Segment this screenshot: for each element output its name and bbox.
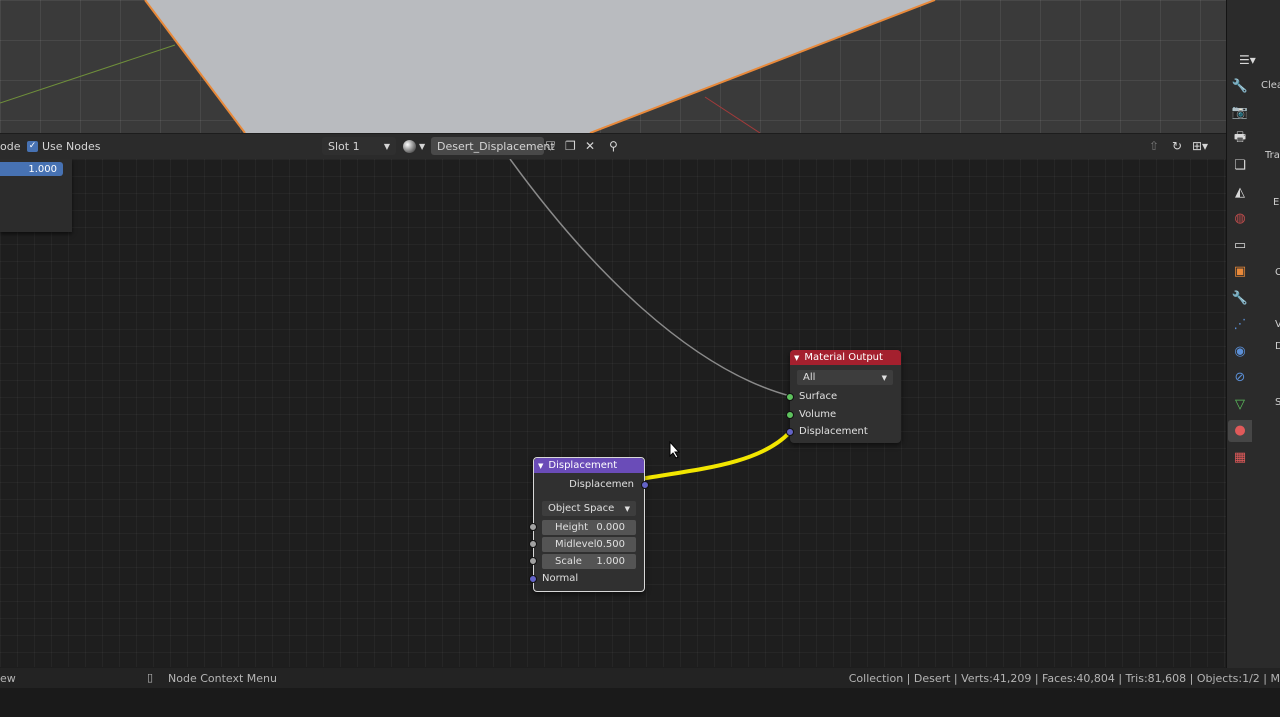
material-browse-button[interactable]: ▼ <box>403 137 425 155</box>
scale-socket[interactable] <box>529 557 537 565</box>
displacement-header[interactable]: ▼ Displacement <box>534 458 644 473</box>
chevron-down-icon: ▼ <box>383 141 390 151</box>
fake-user-shield-icon[interactable]: ⛉ <box>546 137 555 155</box>
slot-dropdown[interactable]: Slot 1 ▼ <box>322 137 396 155</box>
midlevel-field[interactable]: Midlevel 0.500 <box>542 537 636 552</box>
displacement-output-label: Displacemen <box>569 479 634 490</box>
collection-tab-icon[interactable]: ▭ <box>1228 234 1252 256</box>
material-output-title: Material Output <box>804 352 883 363</box>
node-context-menu-hint: Node Context Menu <box>168 672 277 685</box>
space-dropdown[interactable]: Object Space ▼ <box>542 501 636 516</box>
midlevel-value: 0.500 <box>596 539 625 550</box>
object-tab-icon[interactable]: ▣ <box>1228 261 1252 283</box>
link-to-surface <box>509 159 791 397</box>
collapse-arrow-icon[interactable]: ▼ <box>794 354 799 362</box>
properties-tabs: 🔧 📷 🖶 ❏ ◭ ◍ ▭ ▣ 🔧 ⋰ ◉ ⊘ ▽ ● ▦ <box>1228 75 1256 473</box>
render-tab-icon[interactable]: 📷 <box>1228 102 1252 124</box>
status-cut-text: ew <box>0 672 16 685</box>
props-cut-text-2: Tra <box>1265 150 1280 161</box>
displacement-node[interactable]: ▼ Displacement Displacemen Object Space … <box>529 457 649 592</box>
material-tab-icon[interactable]: ● <box>1228 419 1252 442</box>
scene-stats: Collection | Desert | Verts:41,209 | Fac… <box>848 672 1280 685</box>
space-label: Object Space <box>548 503 615 514</box>
node-editor-canvas[interactable]: 1.000 ▼ Material Output All ▼ Surface Vo… <box>0 159 1226 667</box>
status-bar: ew ▯ Node Context Menu Collection | Dese… <box>0 668 1280 688</box>
surface-socket[interactable] <box>786 393 794 401</box>
node-editor-header: ode ✓ Use Nodes Slot 1 ▼ ▼ Desert_Displa… <box>0 134 1226 160</box>
props-cut-text-7: S <box>1275 397 1280 408</box>
duplicate-icon[interactable]: ❐ <box>565 137 576 155</box>
scale-value: 1.000 <box>596 556 625 567</box>
props-cut-text-6: D <box>1275 341 1280 352</box>
normal-label: Normal <box>542 573 579 584</box>
midlevel-label: Midlevel <box>555 539 597 550</box>
mouse-icon: ▯ <box>147 671 154 684</box>
parent-up-icon[interactable]: ⇧ <box>1149 137 1159 155</box>
collapse-arrow-icon[interactable]: ▼ <box>538 462 543 470</box>
link-displacement-highlight <box>638 430 792 481</box>
props-cut-text-4: C <box>1275 267 1280 278</box>
3d-viewport[interactable] <box>0 0 1226 133</box>
material-output-node[interactable]: ▼ Material Output All ▼ Surface Volume D… <box>786 350 901 443</box>
scale-field[interactable]: Scale 1.000 <box>542 554 636 569</box>
chevron-down-icon: ▼ <box>881 373 887 382</box>
viewport-scene <box>0 0 936 133</box>
height-socket[interactable] <box>529 523 537 531</box>
texture-tab-icon[interactable]: ▦ <box>1228 446 1252 468</box>
chevron-down-icon: ▼ <box>624 504 630 513</box>
data-tab-icon[interactable]: ▽ <box>1228 393 1252 415</box>
normal-socket[interactable] <box>529 575 537 583</box>
volume-label: Volume <box>799 409 837 420</box>
scale-label: Scale <box>555 556 582 567</box>
chevron-down-icon: ▼ <box>419 141 426 151</box>
constraints-tab-icon[interactable]: ⊘ <box>1228 367 1252 389</box>
left-panel-value-field[interactable]: 1.000 <box>0 162 63 176</box>
pin-icon[interactable]: ⚲ <box>609 137 618 155</box>
material-output-header[interactable]: ▼ Material Output <box>790 350 901 365</box>
props-cut-text-5: V <box>1275 319 1280 330</box>
output-tab-icon[interactable]: 🖶 <box>1228 128 1252 150</box>
height-label: Height <box>555 522 589 533</box>
world-tab-icon[interactable]: ◍ <box>1228 208 1252 230</box>
midlevel-socket[interactable] <box>529 540 537 548</box>
editor-type-icon[interactable]: ☰▾ <box>1239 53 1256 67</box>
view-layer-tab-icon[interactable]: ❏ <box>1228 155 1252 177</box>
displacement-title: Displacement <box>548 460 618 471</box>
props-cut-text-3: E <box>1273 197 1280 208</box>
height-value: 0.000 <box>596 522 625 533</box>
displacement-output-socket[interactable] <box>641 481 649 489</box>
surface-label: Surface <box>799 391 838 402</box>
snapping-icon[interactable]: ↻ <box>1172 137 1182 155</box>
slot-label: Slot 1 <box>328 139 360 153</box>
checkbox-icon[interactable]: ✓ <box>27 140 38 152</box>
tool-tab-icon[interactable]: 🔧 <box>1228 75 1252 97</box>
header-cut-label: ode <box>0 139 21 153</box>
material-icon <box>403 139 416 153</box>
left-partial-panel: 1.000 <box>0 159 72 232</box>
displacement-input-socket[interactable] <box>786 428 794 436</box>
material-name-field[interactable]: Desert_Displacement <box>431 137 555 155</box>
modifier-tab-icon[interactable]: 🔧 <box>1228 287 1252 309</box>
output-target-dropdown[interactable]: All ▼ <box>797 370 893 385</box>
particles-tab-icon[interactable]: ⋰ <box>1228 314 1252 336</box>
physics-tab-icon[interactable]: ◉ <box>1228 340 1252 362</box>
unlink-x-icon[interactable]: ✕ <box>585 137 595 155</box>
cursor-arrow-icon <box>669 441 681 459</box>
output-target-label: All <box>803 372 816 383</box>
use-nodes-toggle[interactable]: ✓ Use Nodes <box>27 137 101 155</box>
scene-tab-icon[interactable]: ◭ <box>1228 181 1252 203</box>
bottom-strip <box>0 688 1280 717</box>
volume-socket[interactable] <box>786 411 794 419</box>
backdrop-icon[interactable]: ⊞▾ <box>1192 137 1208 155</box>
use-nodes-label: Use Nodes <box>42 139 101 153</box>
height-field[interactable]: Height 0.000 <box>542 520 636 535</box>
props-cut-text-1: Clea <box>1261 80 1280 91</box>
displacement-input-label: Displacement <box>799 426 868 437</box>
